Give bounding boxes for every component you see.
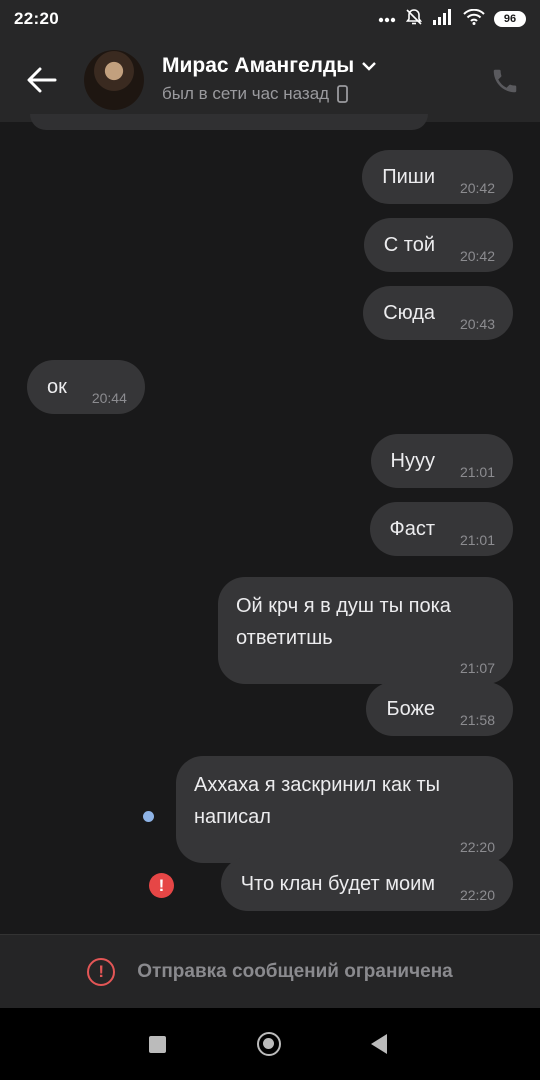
restricted-text: Отправка сообщений ограничена (137, 960, 453, 982)
message-text: Нууу (390, 450, 435, 472)
message-text: Боже (386, 698, 435, 720)
message-bubble[interactable]: Нууу 21:01 (370, 434, 513, 488)
message-time: 22:20 (459, 887, 495, 903)
back-triangle-icon[interactable] (371, 1034, 387, 1054)
signal-icon (432, 8, 454, 30)
message-bubble[interactable]: Пиши 20:42 (362, 150, 513, 204)
message-bubble[interactable]: Что клан будет моим 22:20 (220, 857, 513, 911)
phone-device-icon (337, 85, 349, 103)
message-text: Ой крч я в душ ты пока ответитшь (236, 595, 451, 649)
avatar[interactable] (84, 50, 144, 110)
message-text: С той (383, 234, 435, 256)
chevron-down-icon (362, 61, 377, 71)
message-list[interactable]: Пиши 20:42 С той 20:42 Сюда 20:43 ок 20:… (0, 122, 540, 934)
send-error-icon[interactable]: ! (149, 873, 174, 898)
warning-icon: ! (87, 957, 116, 986)
message-time: 20:44 (91, 390, 127, 406)
last-seen-text: был в сети час назад (162, 84, 330, 103)
message-time: 21:01 (459, 532, 495, 548)
message-text: Пиши (382, 166, 435, 188)
messaging-restricted-bar: ! Отправка сообщений ограничена (0, 934, 540, 1008)
message-bubble[interactable]: С той 20:42 (363, 218, 513, 272)
contact-name-text: Мирас Амангелды (162, 54, 355, 77)
status-bar: 22:20 96 (0, 0, 540, 38)
message-text: Фаст (389, 518, 436, 540)
message-bubble[interactable]: Ой крч я в душ ты пока ответитшь 21:07 (218, 577, 513, 684)
message-time: 21:58 (459, 712, 495, 728)
arrow-left-icon (27, 67, 57, 93)
more-dots-icon (378, 10, 396, 28)
message-time: 20:43 (459, 316, 495, 332)
message-bubble[interactable]: Сюда 20:43 (363, 286, 513, 340)
message-text: Сюда (383, 302, 435, 324)
message-time: 22:20 (459, 839, 495, 855)
message-time: 21:07 (459, 660, 495, 676)
message-text: ок (47, 376, 67, 398)
message-text: Что клан будет моим (240, 873, 435, 895)
message-bubble-incoming[interactable]: ок 20:44 (27, 360, 145, 414)
recents-square-icon[interactable] (149, 1036, 166, 1053)
home-circle-icon[interactable] (257, 1032, 281, 1056)
unread-indicator (143, 811, 154, 822)
message-time: 20:42 (459, 248, 495, 264)
message-bubble[interactable]: Аххаха я заскринил как ты написал 22:20 (176, 756, 513, 863)
contact-name[interactable]: Мирас Амангелды (162, 54, 377, 78)
message-bubble[interactable]: Фаст 21:01 (369, 502, 513, 556)
system-nav-bar (0, 1008, 540, 1080)
status-icons: 96 (378, 8, 526, 31)
phone-call-icon (493, 69, 517, 93)
back-button[interactable] (22, 62, 62, 98)
message-time: 21:01 (459, 464, 495, 480)
battery-indicator: 96 (494, 11, 526, 27)
call-button[interactable] (490, 66, 520, 96)
message-bubble[interactable]: Боже 21:58 (366, 682, 513, 736)
message-text: Аххаха я заскринил как ты написал (194, 774, 441, 828)
wifi-icon (463, 8, 485, 30)
muted-bell-icon (405, 8, 423, 31)
chat-header: Мирас Амангелды был в сети час назад (0, 38, 540, 122)
status-time: 22:20 (14, 9, 59, 28)
message-time: 20:42 (459, 180, 495, 196)
last-seen: был в сети час назад (162, 84, 349, 104)
